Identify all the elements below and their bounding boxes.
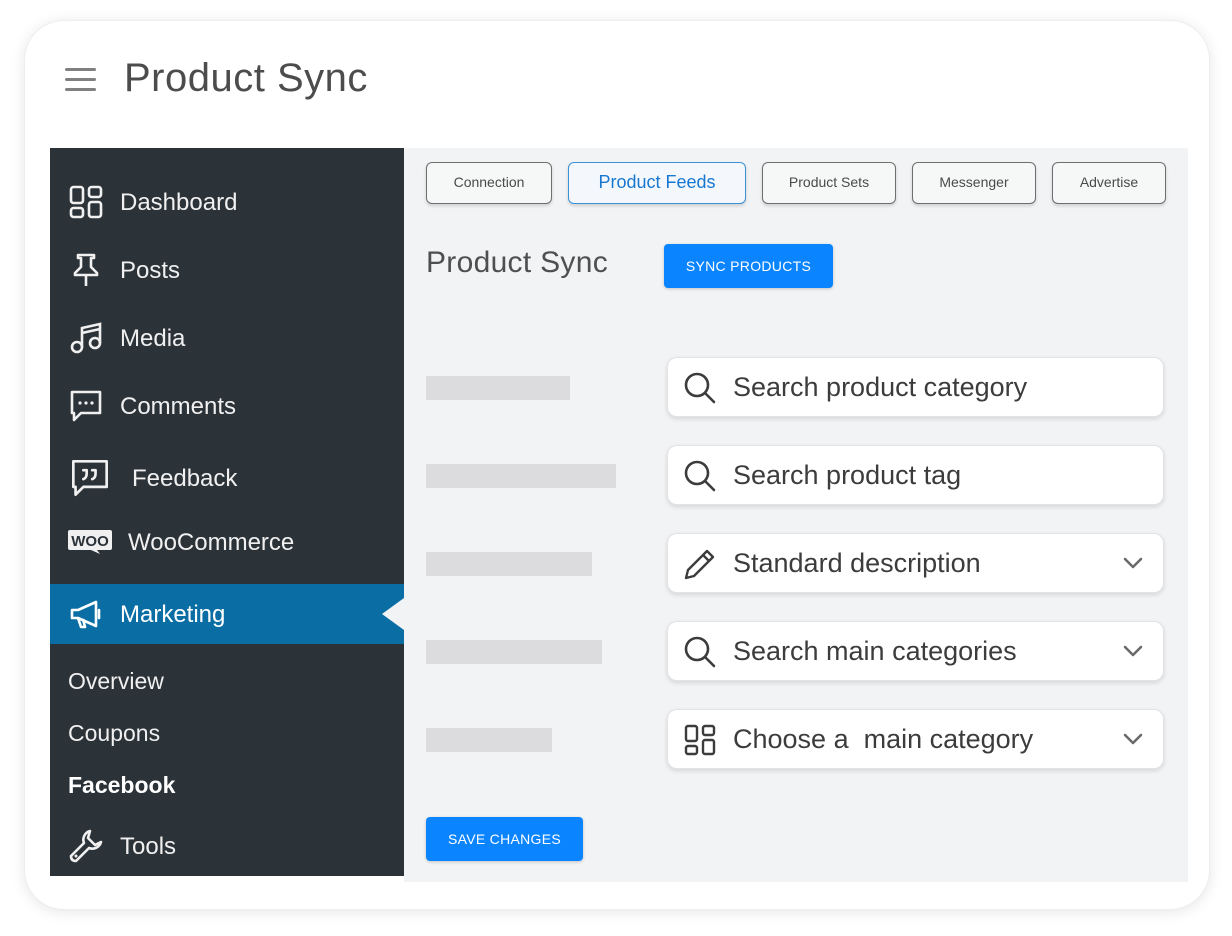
tab-advertise[interactable]: Advertise [1052, 162, 1166, 204]
sidebar-item-label: Feedback [132, 465, 238, 492]
grid-icon [684, 724, 716, 756]
search-product-category-input[interactable] [733, 368, 1103, 406]
tab-product-sets[interactable]: Product Sets [762, 162, 896, 204]
field-label-placeholder [426, 640, 602, 664]
sidebar-item-comments[interactable]: Comments [50, 382, 404, 430]
field-label-placeholder [426, 376, 570, 400]
sidebar-item-tools[interactable]: Tools [50, 822, 404, 870]
music-note-icon [70, 322, 102, 354]
woo-logo-icon: WOO [68, 530, 112, 554]
standard-description-select[interactable] [667, 533, 1164, 593]
hamburger-menu-icon[interactable] [65, 68, 96, 92]
submenu-item-overview[interactable]: Overview [68, 668, 164, 695]
submenu-item-coupons[interactable]: Coupons [68, 720, 160, 747]
active-indicator-arrow [382, 598, 404, 630]
svg-text:WOO: WOO [71, 533, 109, 550]
chevron-down-icon[interactable] [1123, 732, 1143, 746]
sidebar-item-label: WooCommerce [128, 529, 295, 556]
tab-product-feeds[interactable]: Product Feeds [568, 162, 746, 204]
sidebar-item-label: Marketing [120, 601, 226, 628]
standard-description-input[interactable] [733, 544, 1103, 582]
search-product-tag-field[interactable] [667, 445, 1164, 505]
search-product-category-field[interactable] [667, 357, 1164, 417]
sidebar-item-feedback[interactable]: Feedback [50, 454, 404, 502]
sidebar-item-dashboard[interactable]: Dashboard [50, 178, 404, 226]
sidebar-item-woocommerce[interactable]: WOO WooCommerce [50, 518, 404, 566]
search-main-categories-input[interactable] [733, 632, 1103, 670]
sidebar-item-label: Tools [120, 833, 177, 860]
main-content: Connection Product Feeds Product Sets Me… [404, 148, 1188, 882]
chevron-down-icon[interactable] [1123, 556, 1143, 570]
choose-main-category-input[interactable] [733, 720, 1103, 758]
pushpin-icon [73, 253, 99, 286]
chevron-down-icon[interactable] [1123, 644, 1143, 658]
field-label-placeholder [426, 464, 616, 488]
feedback-quote-icon [72, 460, 108, 496]
sidebar: Dashboard Posts Media Comments Feedback … [50, 148, 404, 876]
sidebar-item-label: Dashboard [120, 189, 238, 216]
tab-connection[interactable]: Connection [426, 162, 552, 204]
submenu-item-facebook[interactable]: Facebook [68, 772, 175, 799]
dashboard-icon [69, 185, 103, 219]
field-label-placeholder [426, 728, 552, 752]
megaphone-icon [70, 600, 101, 629]
search-icon [684, 372, 716, 404]
sidebar-item-label: Media [120, 325, 186, 352]
section-title: Product Sync [426, 246, 609, 279]
sidebar-item-label: Comments [120, 393, 237, 420]
save-changes-button[interactable]: SAVE CHANGES [426, 817, 583, 861]
tab-messenger[interactable]: Messenger [912, 162, 1036, 204]
search-product-tag-input[interactable] [733, 456, 1103, 494]
sidebar-item-media[interactable]: Media [50, 314, 404, 362]
sync-products-button[interactable]: SYNC PRODUCTS [664, 244, 833, 288]
sidebar-item-posts[interactable]: Posts [50, 246, 404, 294]
pencil-icon [684, 549, 715, 580]
search-icon [684, 636, 716, 668]
search-main-categories-select[interactable] [667, 621, 1164, 681]
wrench-icon [69, 829, 103, 863]
sidebar-item-marketing[interactable]: Marketing [50, 584, 404, 644]
comment-icon [70, 390, 102, 422]
search-icon [684, 460, 716, 492]
sidebar-item-label: Posts [120, 257, 181, 284]
field-label-placeholder [426, 552, 592, 576]
page-title: Product Sync [124, 56, 368, 100]
choose-main-category-select[interactable] [667, 709, 1164, 769]
